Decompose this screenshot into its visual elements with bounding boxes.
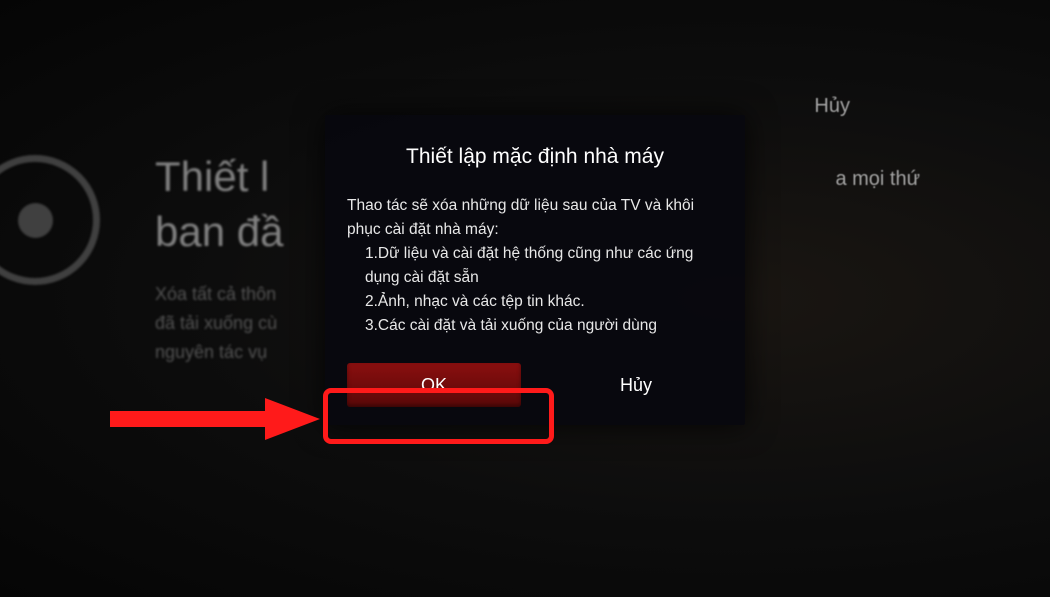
dialog-list-item-3: 3.Các cài đặt và tải xuống của người dùn… (365, 314, 723, 338)
annotation-arrow-icon (110, 398, 320, 440)
dialog-intro: Thao tác sẽ xóa những dữ liệu sau của TV… (347, 197, 694, 238)
dialog-body: Thao tác sẽ xóa những dữ liệu sau của TV… (347, 194, 723, 338)
ok-button[interactable]: OK (347, 363, 521, 407)
background-cancel-option[interactable]: Hủy (814, 95, 850, 118)
background-page-title: Thiết l ban đầ (155, 150, 283, 259)
dialog-button-row: OK Hủy (347, 363, 723, 407)
factory-reset-dialog: Thiết lập mặc định nhà máy Thao tác sẽ x… (325, 115, 745, 425)
bg-title-line1: Thiết l (155, 153, 269, 200)
bg-desc-line1: Xóa tất cả thôn (155, 284, 276, 304)
bg-desc-line3: nguyên tác vụ (155, 342, 267, 362)
reset-circle-icon (0, 155, 100, 285)
dialog-list: 1.Dữ liệu và cài đặt hệ thống cũng như c… (347, 242, 723, 338)
background-page-description: Xóa tất cả thôn đã tải xuống cù nguyên t… (155, 280, 277, 366)
cancel-button[interactable]: Hủy (549, 363, 723, 407)
dialog-title: Thiết lập mặc định nhà máy (347, 145, 723, 169)
bg-desc-line2: đã tải xuống cù (155, 313, 277, 333)
reset-circle-dot-icon (18, 203, 53, 238)
dialog-list-item-2: 2.Ảnh, nhạc và các tệp tin khác. (365, 290, 723, 314)
screen-background: Thiết l ban đầ Xóa tất cả thôn đã tải xu… (0, 0, 1050, 597)
background-erase-option-partial[interactable]: a mọi thứ (835, 168, 920, 191)
dialog-list-item-1: 1.Dữ liệu và cài đặt hệ thống cũng như c… (365, 242, 723, 290)
bg-title-line2: ban đầ (155, 208, 283, 255)
